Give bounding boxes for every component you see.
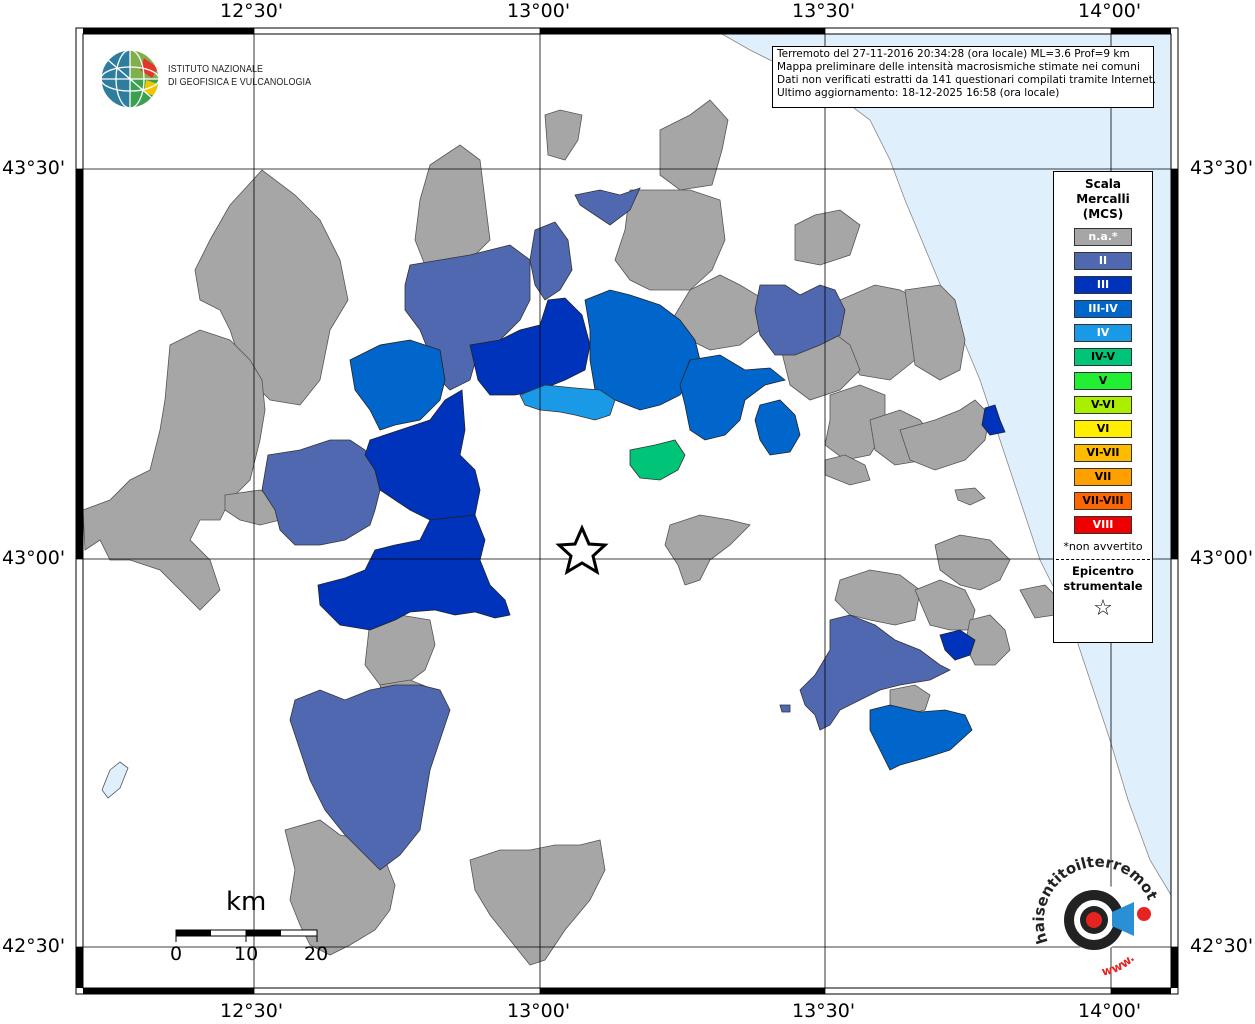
- coord-left-3: 42°30': [2, 935, 66, 957]
- coord-bottom-4: 14°00': [1078, 1000, 1142, 1022]
- legend-title-line-1: Scala: [1084, 177, 1122, 191]
- legend-star-icon: ☆: [1093, 596, 1113, 621]
- legend-item: VII-VIII: [1074, 492, 1132, 510]
- legend-item: III-IV: [1074, 300, 1132, 318]
- scale-unit: km: [226, 887, 267, 917]
- info-line-4: Ultimo aggiornamento: 18-12-2025 16:58 (…: [777, 87, 1060, 99]
- legend-epicenter-label: Epicentro strumentale: [1054, 564, 1152, 594]
- legend-epicenter-line-1: Epicentro: [1072, 564, 1134, 578]
- legend-title: Scala Mercalli (MCS): [1054, 177, 1152, 222]
- info-line-1: Terremoto del 27-11-2016 20:34:28 (ora l…: [777, 48, 1130, 60]
- legend-item: IV: [1074, 324, 1132, 342]
- institute-line-1: ISTITUTO NAZIONALE: [168, 63, 264, 75]
- coord-top-4: 14°00': [1078, 0, 1142, 22]
- legend-item: II: [1074, 252, 1132, 270]
- legend-epicenter-line-2: strumentale: [1063, 579, 1143, 593]
- legend-title-line-3: (MCS): [1082, 207, 1124, 221]
- coord-top-3: 13°30': [792, 0, 856, 22]
- coord-right-2: 43°00': [1190, 547, 1254, 569]
- legend-item: n.a.*: [1074, 228, 1132, 246]
- coord-right-3: 42°30': [1190, 935, 1254, 957]
- legend-item: IV-V: [1074, 348, 1132, 366]
- legend-item: VI: [1074, 420, 1132, 438]
- scale-label-20: 20: [304, 943, 329, 965]
- legend-separator: [1056, 559, 1150, 560]
- institute-name: ISTITUTO NAZIONALE DI GEOFISICA E VULCAN…: [168, 63, 311, 89]
- coord-left-1: 43°30': [2, 157, 66, 179]
- scale-label-10: 10: [234, 943, 259, 965]
- coord-right-1: 43°30': [1190, 157, 1254, 179]
- info-line-2: Mappa preliminare delle intensità macros…: [777, 61, 1140, 73]
- legend-items: n.a.* II III III-IV IV IV-V V V-VI VI VI-VII VII VI…: [1054, 228, 1152, 534]
- coord-left-2: 43°00': [2, 547, 66, 569]
- legend-item: VI-VII: [1074, 444, 1132, 462]
- ingv-globe-logo: [100, 49, 160, 109]
- mcs-legend: Scala Mercalli (MCS) n.a.* II III III-IV IV I…: [1053, 171, 1153, 643]
- legend-note: *non avvertito: [1063, 540, 1143, 553]
- legend-item: V-VI: [1074, 396, 1132, 414]
- coord-top-2: 13°00': [507, 0, 571, 22]
- coord-bottom-1: 12°30': [220, 1000, 284, 1022]
- coord-bottom-2: 13°00': [507, 1000, 571, 1022]
- legend-item: III: [1074, 276, 1132, 294]
- legend-item: V: [1074, 372, 1132, 390]
- badge-url: www.: [1100, 951, 1137, 977]
- scale-label-0: 0: [170, 943, 183, 965]
- info-line-3: Dati non verificati estratti da 141 ques…: [777, 74, 1157, 86]
- legend-item: VIII: [1074, 516, 1132, 534]
- institute-line-2: DI GEOFISICA E VULCANOLOGIA: [168, 76, 312, 88]
- legend-title-line-2: Mercalli: [1076, 192, 1130, 206]
- earthquake-info-box: Terremoto del 27-11-2016 20:34:28 (ora l…: [772, 46, 1157, 108]
- haisentito-badge-logo: haisentitoilterremoto.it www.: [1030, 852, 1160, 977]
- coord-bottom-3: 13°30': [792, 1000, 856, 1022]
- legend-item: VII: [1074, 468, 1132, 486]
- coord-top-1: 12°30': [220, 0, 284, 22]
